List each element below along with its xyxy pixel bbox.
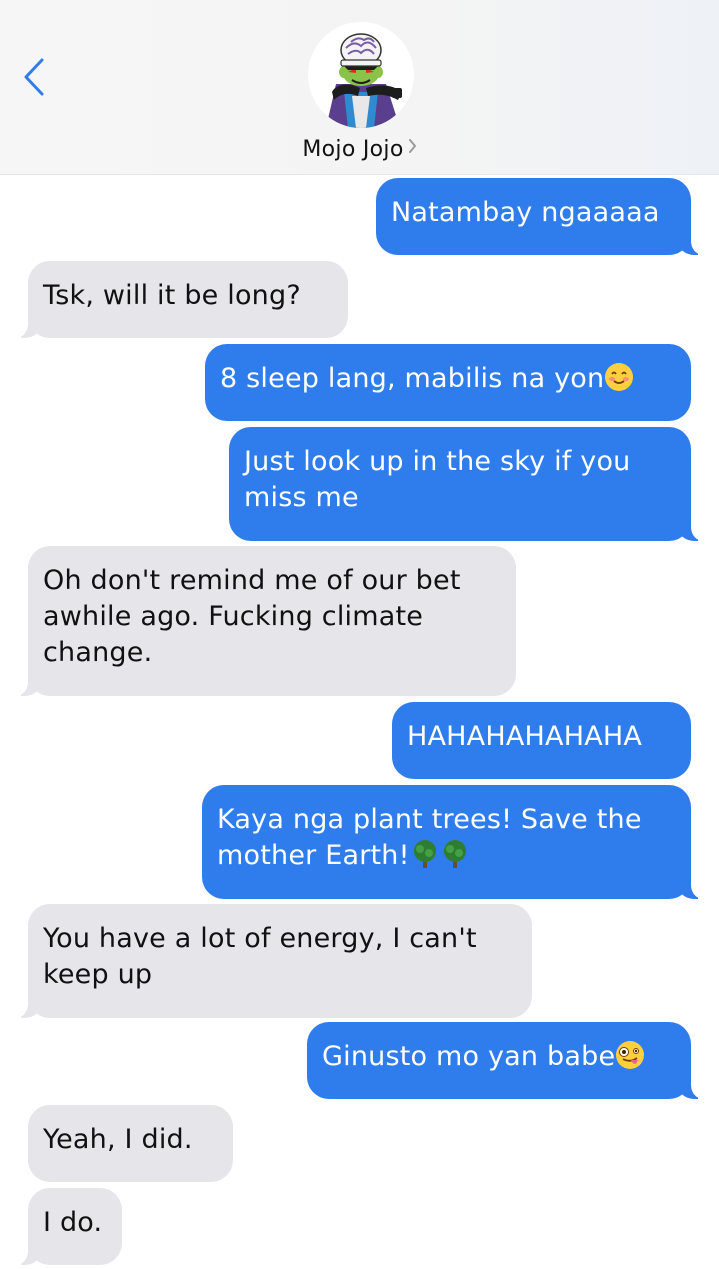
tree-emoji [413,840,436,868]
message-text: I do. [43,1207,103,1238]
message-text-line: Just look up in the sky if you [244,446,631,477]
message-text: HAHAHAHAHAHA [407,721,643,752]
message-text-line: Oh don't remind me of our bet [43,565,461,596]
message-text-line: You have a lot of energy, I can't [43,923,477,954]
message-text-line: Kaya nga plant trees! Save the [217,804,642,835]
message-text-line: mother Earth! [217,840,410,871]
contact-name-button[interactable]: Mojo Jojo [0,134,719,162]
message-text-line: keep up [43,959,153,990]
message-text-line: awhile ago. Fucking climate [43,601,424,632]
message-text: Ginusto mo yan babe [322,1041,616,1072]
outgoing-message[interactable]: Just look up in the sky if you miss me [229,427,705,541]
outgoing-message[interactable]: Kaya nga plant trees! Save the mother Ea… [202,785,705,899]
message-text-line: miss me [244,482,359,513]
incoming-message[interactable]: You have a lot of energy, I can't keep u… [14,904,532,1018]
incoming-message[interactable]: Oh don't remind me of our bet awhile ago… [14,546,516,696]
message-text: Natambay ngaaaaa [391,197,660,228]
outgoing-message[interactable]: Ginusto mo yan babe [307,1022,705,1099]
outgoing-message[interactable]: Natambay ngaaaaa [376,178,705,255]
zany-face-emoji [616,1041,645,1069]
mojo-jojo-avatar-image [326,33,402,128]
smiling-blush-emoji [605,363,634,391]
message-text: Tsk, will it be long? [43,280,301,311]
back-button[interactable] [14,52,54,102]
incoming-message[interactable]: Yeah, I did. [28,1105,233,1182]
message-text-line: change. [43,637,153,668]
conversation-header: Mojo Jojo [0,0,719,175]
chevron-right-icon [408,134,417,159]
tree-emoji [443,840,466,868]
incoming-message[interactable]: Tsk, will it be long? [14,261,348,338]
incoming-message[interactable]: I do. [14,1188,122,1265]
contact-avatar[interactable] [308,22,414,128]
contact-name: Mojo Jojo [302,137,404,162]
message-text: 8 sleep lang, mabilis na yon [220,363,605,394]
outgoing-message[interactable]: 8 sleep lang, mabilis na yon [205,344,691,421]
chevron-left-icon [24,58,44,96]
message-text: Yeah, I did. [43,1124,193,1155]
outgoing-message[interactable]: HAHAHAHAHAHA [392,702,691,779]
